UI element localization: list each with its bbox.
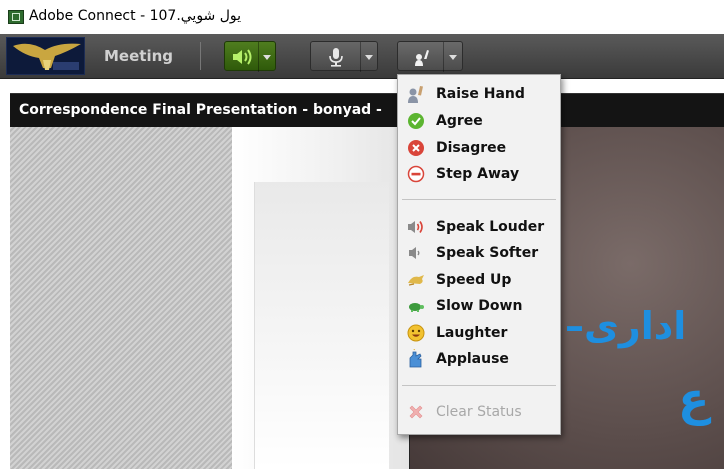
menu-item-disagree[interactable]: Disagree (406, 137, 506, 159)
menu-item-label: Speak Softer (436, 245, 539, 261)
disagree-x-icon (406, 138, 426, 158)
status-options-dropdown[interactable] (443, 42, 462, 72)
menu-item-speak-louder[interactable]: Speak Louder (406, 216, 544, 238)
menu-item-agree[interactable]: Agree (406, 110, 483, 132)
organization-logo (6, 37, 85, 75)
microphone-button[interactable] (310, 41, 378, 72)
window-titlebar: Adobe Connect - يول شويي.107 (0, 0, 724, 34)
share-pod-title: Correspondence Final Presentation - bony… (19, 102, 382, 118)
slide-text-line1: اداری– (565, 304, 687, 348)
raise-hand-icon[interactable] (398, 42, 446, 72)
meeting-toolbar: Meeting (0, 34, 724, 79)
speed-up-icon (406, 270, 426, 290)
speaker-icon[interactable] (225, 42, 259, 72)
menu-item-clear-status[interactable]: Clear Status (406, 401, 522, 423)
menu-item-speed-up[interactable]: Speed Up (406, 269, 511, 291)
menu-item-laughter[interactable]: Laughter (406, 322, 507, 344)
step-away-icon (406, 164, 426, 184)
menu-item-step-away[interactable]: Step Away (406, 163, 519, 185)
speaker-button[interactable] (224, 41, 276, 72)
share-pod-titlebar: Correspondence Final Presentation - bony… (10, 93, 724, 128)
meeting-menu[interactable]: Meeting (104, 47, 173, 65)
menu-item-label: Disagree (436, 140, 507, 156)
raise-hand-icon (406, 84, 426, 104)
status-dropdown-menu: Raise Hand Agree Disagree Step Away Spea… (397, 74, 561, 435)
microphone-options-dropdown[interactable] (360, 42, 377, 72)
menu-item-label: Raise Hand (436, 86, 525, 102)
menu-item-label: Step Away (436, 166, 520, 182)
menu-item-label: Speed Up (436, 272, 512, 288)
clear-status-icon (406, 402, 426, 422)
menu-item-raise-hand[interactable]: Raise Hand (406, 83, 525, 105)
status-button[interactable] (397, 41, 463, 72)
slow-down-icon (406, 296, 426, 316)
agree-check-icon (406, 111, 426, 131)
menu-divider (402, 199, 556, 200)
speak-softer-icon (406, 243, 426, 263)
microphone-icon[interactable] (311, 42, 361, 72)
eagle-logo-icon (13, 43, 81, 70)
speak-louder-icon (406, 217, 426, 237)
menu-item-label: Slow Down (436, 298, 523, 314)
menu-item-applause[interactable]: Applause (406, 348, 509, 370)
menu-item-label: Speak Louder (436, 219, 545, 235)
menu-item-label: Clear Status (436, 404, 522, 420)
slide-text-line2: ع (678, 372, 710, 426)
applause-icon (406, 349, 426, 369)
laughter-icon (406, 323, 426, 343)
menu-item-label: Laughter (436, 325, 508, 341)
menu-item-label: Applause (436, 351, 509, 367)
speaker-options-dropdown[interactable] (258, 42, 275, 72)
window-title: Adobe Connect - يول شويي.107 (29, 8, 242, 24)
adobe-connect-app-icon (8, 10, 24, 24)
menu-item-label: Agree (436, 113, 483, 129)
menu-divider (402, 385, 556, 386)
menu-item-slow-down[interactable]: Slow Down (406, 295, 522, 317)
toolbar-separator (200, 42, 201, 70)
slide-inner-panel (254, 182, 389, 469)
menu-item-speak-softer[interactable]: Speak Softer (406, 242, 538, 264)
